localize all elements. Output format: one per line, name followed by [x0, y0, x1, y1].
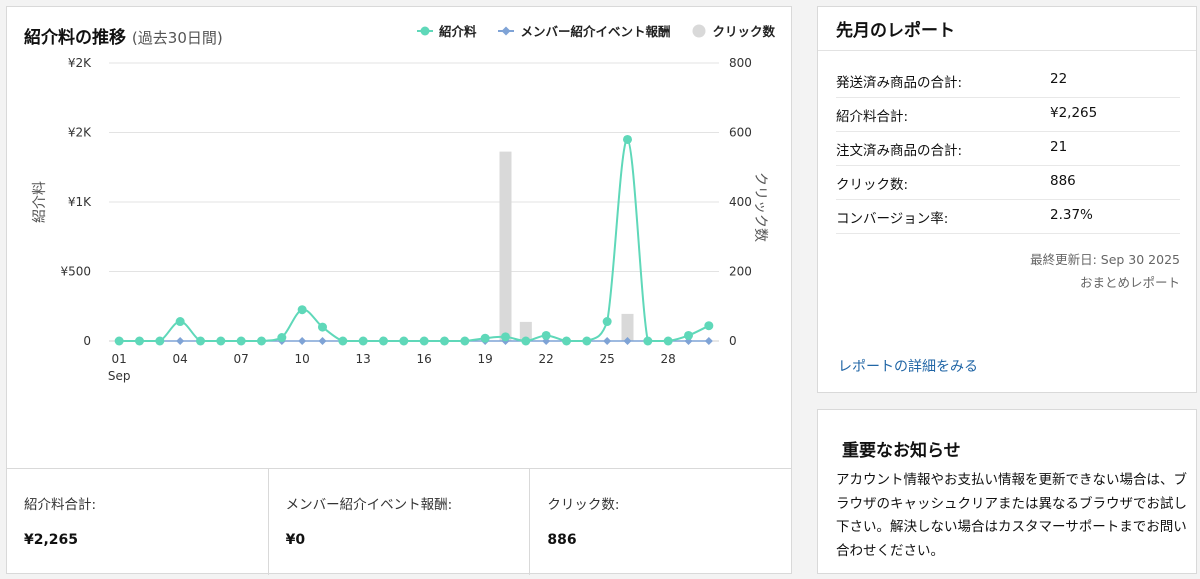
referral-fee-point[interactable] — [440, 336, 449, 346]
chart-axes: 0 0 ¥500 200 ¥1K 400 ¥2K 600 ¥2K 800 01 04 07 10 13 16 1… — [60, 56, 751, 383]
report-row-label: コンバージョン率: — [836, 211, 949, 227]
x-tick-label: 10 — [295, 352, 310, 366]
referral-fee-line — [119, 138, 710, 343]
summary-clicks: クリック数: 886 — [530, 469, 791, 575]
summary-member-reward: メンバー紹介イベント報酬: ¥0 — [269, 469, 531, 575]
referral-fee-point[interactable] — [501, 332, 510, 342]
referral-fee-point[interactable] — [114, 336, 124, 346]
x-tick-label: 22 — [539, 352, 554, 366]
member-reward-point[interactable] — [176, 337, 185, 345]
report-row-value: ¥2,265 — [1050, 105, 1098, 121]
x-tick-label: 28 — [661, 352, 676, 366]
referral-fee-point[interactable] — [318, 322, 327, 332]
referral-fee-point[interactable] — [704, 321, 714, 331]
report-row-label: 紹介料合計: — [836, 109, 909, 125]
y2-tick-label: 200 — [729, 265, 752, 279]
x-tick-label: 04 — [173, 352, 188, 366]
clicks-bar[interactable] — [499, 151, 512, 341]
x-tick-label: 01 — [112, 352, 127, 366]
last-updated-date: 最終更新日: Sep 30 2025 — [1030, 252, 1180, 267]
report-row-shipped: 発送済み商品の合計: 22 — [836, 63, 1180, 98]
report-row-value: 2.37% — [1050, 207, 1093, 223]
referral-fee-point[interactable] — [277, 333, 287, 343]
summary-fee-label: 紹介料合計: — [24, 497, 97, 513]
referral-fee-point[interactable] — [623, 134, 632, 144]
referral-fee-point[interactable] — [399, 336, 409, 346]
member-reward-point[interactable] — [318, 337, 327, 345]
y-tick-label: 0 — [83, 334, 91, 348]
y-axis-title: 紹介料 — [32, 181, 48, 223]
summary-fee: 紹介料合計: ¥2,265 — [7, 469, 269, 575]
referral-fee-point[interactable] — [379, 336, 388, 346]
report-row-label: 注文済み商品の合計: — [836, 143, 963, 159]
y-tick-label: ¥2K — [68, 126, 92, 140]
summary-fee-value: ¥2,265 — [24, 532, 79, 548]
x-tick-month: Sep — [108, 369, 131, 383]
referral-fee-point[interactable] — [562, 336, 571, 346]
y-tick-label: ¥500 — [60, 265, 91, 279]
summary-member-value: ¥0 — [285, 532, 306, 548]
member-reward-point[interactable] — [603, 337, 612, 345]
referral-fee-point[interactable] — [155, 336, 165, 346]
y-tick-label: ¥1K — [68, 195, 92, 209]
referral-fee-point[interactable] — [480, 333, 490, 343]
x-tick-label: 16 — [417, 352, 432, 366]
y2-axis-title: クリック数 — [752, 172, 768, 242]
referral-fee-point[interactable] — [419, 336, 429, 346]
referral-fee-point[interactable] — [684, 330, 693, 340]
clicks-bar[interactable] — [621, 313, 634, 341]
referral-fee-point[interactable] — [541, 330, 551, 340]
referral-fee-point[interactable] — [175, 317, 185, 327]
y2-tick-label: 600 — [729, 126, 752, 140]
notice-body: アカウント情報やお支払い情報を更新できない場合は、ブラウザのキャッシュクリアまた… — [836, 472, 1187, 559]
y2-tick-label: 0 — [729, 334, 737, 348]
y2-tick-label: 400 — [729, 195, 752, 209]
summary-member-label: メンバー紹介イベント報酬: — [285, 497, 453, 513]
x-tick-label: 07 — [234, 352, 249, 366]
member-reward-point[interactable] — [704, 337, 713, 345]
referral-fee-point[interactable] — [216, 336, 226, 346]
referral-fee-point[interactable] — [460, 336, 470, 346]
summary-totals: 紹介料合計: ¥2,265 メンバー紹介イベント報酬: ¥0 クリック数: 88… — [7, 468, 791, 575]
referral-fee-point[interactable] — [521, 336, 531, 346]
last-month-report-panel: 先月のレポート 発送済み商品の合計: 22 紹介料合計: ¥2,265 注文済み… — [817, 6, 1197, 393]
summary-clicks-label: クリック数: — [547, 497, 620, 513]
report-row-label: クリック数: — [836, 177, 909, 193]
y-tick-label: ¥2K — [68, 56, 92, 70]
summary-report-note: おまとめレポート — [1079, 275, 1180, 290]
referral-fee-point[interactable] — [236, 336, 246, 346]
chart-gridlines — [109, 62, 719, 342]
referral-fee-point[interactable] — [582, 336, 592, 346]
report-row-conversion: コンバージョン率: 2.37% — [836, 199, 1180, 234]
important-notice-panel: 重要なお知らせ アカウント情報やお支払い情報を更新できない場合は、ブラウザのキャ… — [817, 409, 1197, 574]
chart-plot: 0 0 ¥500 200 ¥1K 400 ¥2K 600 ¥2K 800 01 04 07 10 13 16 1… — [32, 56, 768, 383]
referral-fee-point[interactable] — [358, 336, 368, 346]
clicks-bars — [499, 151, 634, 341]
referral-fee-point[interactable] — [297, 305, 307, 315]
report-row-value: 22 — [1050, 71, 1068, 87]
x-tick-label: 19 — [478, 352, 493, 366]
referral-fee-point[interactable] — [196, 336, 205, 346]
member-reward-point[interactable] — [298, 337, 307, 345]
referral-fee-point[interactable] — [663, 336, 673, 346]
report-row-clicks: クリック数: 886 — [836, 165, 1180, 200]
notice-title: 重要なお知らせ — [842, 441, 961, 461]
report-row-ordered: 注文済み商品の合計: 21 — [836, 131, 1180, 166]
report-row-value: 21 — [1050, 139, 1068, 155]
referral-fee-chart-panel: 紹介料の推移 (過去30日間) 紹介料 メンバー紹介イベント報酬 クリック数 0… — [6, 6, 792, 575]
report-row-fee: 紹介料合計: ¥2,265 — [836, 97, 1180, 132]
referral-fee-point[interactable] — [602, 317, 612, 327]
report-details-link[interactable]: レポートの詳細をみる — [838, 356, 978, 376]
referral-fee-point[interactable] — [135, 336, 144, 346]
report-row-value: 886 — [1050, 173, 1076, 189]
x-tick-label: 13 — [356, 352, 371, 366]
referral-fee-point[interactable] — [257, 336, 266, 346]
report-row-label: 発送済み商品の合計: — [836, 75, 963, 91]
referral-fee-point[interactable] — [338, 336, 348, 346]
referral-fee-point[interactable] — [643, 336, 653, 346]
x-tick-label: 25 — [600, 352, 615, 366]
report-title: 先月のレポート — [818, 7, 1196, 51]
summary-clicks-value: 886 — [547, 532, 577, 548]
y2-tick-label: 800 — [729, 56, 752, 70]
